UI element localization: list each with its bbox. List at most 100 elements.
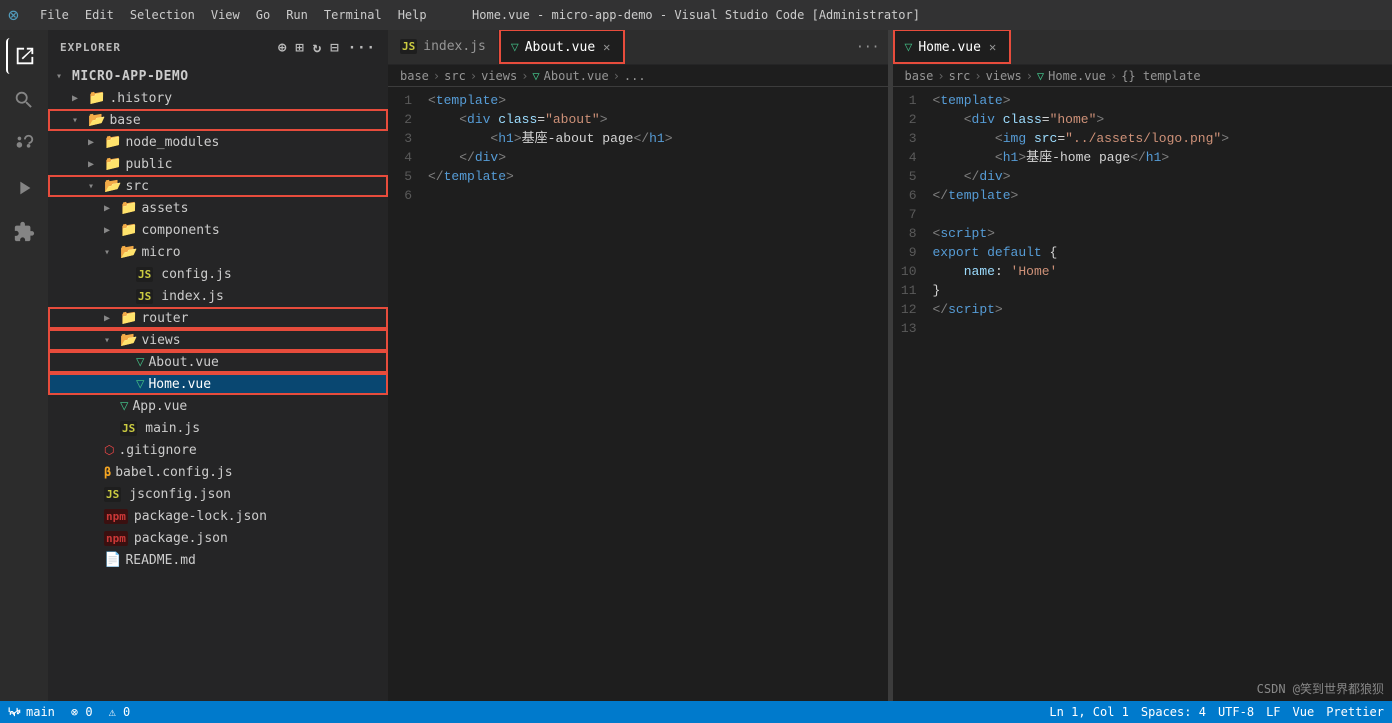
src-label: src (125, 179, 148, 194)
home-vue-label: Home.vue (148, 377, 211, 392)
menu-terminal[interactable]: Terminal (324, 8, 382, 22)
tree-item-jsconfig[interactable]: JS jsconfig.json (48, 483, 388, 505)
r-code-line-6: 6 </template> (893, 186, 1392, 205)
status-encoding[interactable]: UTF-8 (1218, 705, 1254, 719)
bc-src: src (444, 69, 466, 83)
tree-item-public[interactable]: ▶ 📁 public (48, 153, 388, 175)
more-icon[interactable]: ··· (348, 40, 376, 56)
node-modules-label: node_modules (125, 135, 219, 150)
sidebar-actions[interactable]: ⊕ ⊞ ↻ ⊟ ··· (278, 40, 376, 56)
r-line-num-8: 8 (893, 224, 933, 243)
micro-label: micro (141, 245, 180, 260)
status-bar: main ⊗ 0 ⚠ 0 Ln 1, Col 1 Spaces: 4 UTF-8… (0, 701, 1392, 723)
r-line-content-9: export default { (933, 243, 1392, 262)
tree-item-micro[interactable]: ▾ 📂 micro (48, 241, 388, 263)
activity-run[interactable] (6, 170, 42, 206)
r-line-content-12: </script> (933, 300, 1392, 319)
md-icon: 📄 (104, 552, 121, 568)
about-vue-close-btn[interactable]: ✕ (601, 38, 612, 56)
tree-item-package-json[interactable]: npm package.json (48, 527, 388, 549)
menu-run[interactable]: Run (286, 8, 308, 22)
tree-item-components[interactable]: ▶ 📁 components (48, 219, 388, 241)
tree-item-history[interactable]: ▶ 📁 .history (48, 87, 388, 109)
line-content-6 (428, 186, 888, 205)
line-num-3: 3 (388, 129, 428, 148)
activity-search[interactable] (6, 82, 42, 118)
collapse-icon[interactable]: ⊟ (330, 40, 339, 56)
left-code-editor[interactable]: 1 <template> 2 <div class="about"> 3 <h1… (388, 87, 888, 701)
activity-source-control[interactable] (6, 126, 42, 162)
sidebar-header: EXPLORER ⊕ ⊞ ↻ ⊟ ··· (48, 30, 388, 65)
status-ln-col[interactable]: Ln 1, Col 1 (1049, 705, 1128, 719)
right-code-editor[interactable]: 1 <template> 2 <div class="home"> 3 <img… (893, 87, 1392, 701)
tree-item-router[interactable]: ▶ 📁 router (48, 307, 388, 329)
new-file-icon[interactable]: ⊕ (278, 40, 287, 56)
r-line-content-13 (933, 319, 1392, 338)
rbc-views: views (986, 69, 1022, 83)
menu-view[interactable]: View (211, 8, 240, 22)
status-format[interactable]: Prettier (1326, 705, 1384, 719)
tree-item-gitignore[interactable]: ⬡ .gitignore (48, 439, 388, 461)
vue-about-icon: ▽ (136, 354, 144, 370)
tree-item-main-js[interactable]: JS main.js (48, 417, 388, 439)
r-line-content-4: <h1>基座-home page</h1> (933, 148, 1392, 167)
activity-explorer[interactable] (6, 38, 42, 74)
r-line-num-5: 5 (893, 167, 933, 186)
tree-item-about-vue[interactable]: ▽ About.vue (48, 351, 388, 373)
bc-vue-icon-about: ▽ (532, 69, 539, 83)
menu-help[interactable]: Help (398, 8, 427, 22)
menu-edit[interactable]: Edit (85, 8, 114, 22)
menu-file[interactable]: File (40, 8, 69, 22)
menu-bar[interactable]: File Edit Selection View Go Run Terminal… (40, 8, 427, 22)
tree-item-readme[interactable]: 📄 README.md (48, 549, 388, 571)
status-branch[interactable]: main (8, 705, 55, 719)
menu-go[interactable]: Go (256, 8, 270, 22)
folder-assets-icon: 📁 (120, 200, 137, 216)
line-num-4: 4 (388, 148, 428, 167)
tree-item-config-js[interactable]: JS config.js (48, 263, 388, 285)
jsconfig-label: jsconfig.json (129, 487, 231, 502)
tree-item-index-js[interactable]: JS index.js (48, 285, 388, 307)
tree-item-home-vue[interactable]: ▽ Home.vue (48, 373, 388, 395)
tree-item-assets[interactable]: ▶ 📁 assets (48, 197, 388, 219)
sidebar: EXPLORER ⊕ ⊞ ↻ ⊟ ··· ▾ MICRO-APP-DEMO ▶ … (48, 30, 388, 701)
right-editor-pane: ▽ Home.vue ✕ base › src › views › ▽ Home… (893, 30, 1392, 701)
git-icon: ⬡ (104, 443, 114, 457)
status-errors[interactable]: ⊗ 0 (71, 705, 93, 719)
new-folder-icon[interactable]: ⊞ (295, 40, 304, 56)
status-right: Ln 1, Col 1 Spaces: 4 UTF-8 LF Vue Prett… (1049, 705, 1384, 719)
readme-label: README.md (125, 553, 195, 568)
r-line-content-11: } (933, 281, 1392, 300)
tab-about-vue[interactable]: ▽ About.vue ✕ (499, 30, 626, 64)
status-warnings[interactable]: ⚠ 0 (109, 705, 131, 719)
status-spaces[interactable]: Spaces: 4 (1141, 705, 1206, 719)
r-line-num-11: 11 (893, 281, 933, 300)
line-content-1: <template> (428, 91, 888, 110)
status-eol[interactable]: LF (1266, 705, 1280, 719)
tree-item-babel[interactable]: β babel.config.js (48, 461, 388, 483)
tab-index-js[interactable]: JS index.js (388, 30, 499, 64)
rbc-template: {} template (1121, 69, 1200, 83)
tree-item-src[interactable]: ▾ 📂 src (48, 175, 388, 197)
code-line-6: 6 (388, 186, 888, 205)
left-tab-more[interactable]: ··· (848, 40, 887, 55)
tree-item-node-modules[interactable]: ▶ 📁 node_modules (48, 131, 388, 153)
status-language[interactable]: Vue (1293, 705, 1315, 719)
base-arrow: ▾ (72, 115, 88, 126)
tree-item-package-lock[interactable]: npm package-lock.json (48, 505, 388, 527)
activity-extensions[interactable] (6, 214, 42, 250)
history-label: .history (109, 91, 172, 106)
home-vue-close-btn[interactable]: ✕ (987, 38, 998, 56)
tab-home-vue[interactable]: ▽ Home.vue ✕ (893, 30, 1012, 64)
assets-label: assets (141, 201, 188, 216)
views-arrow: ▾ (104, 335, 120, 346)
project-root[interactable]: ▾ MICRO-APP-DEMO (48, 65, 388, 87)
npm-lock-icon: npm (104, 509, 128, 524)
refresh-icon[interactable]: ↻ (313, 40, 322, 56)
line-content-2: <div class="about"> (428, 110, 888, 129)
menu-selection[interactable]: Selection (130, 8, 195, 22)
js-main-icon: JS (120, 421, 137, 436)
tree-item-views[interactable]: ▾ 📂 views (48, 329, 388, 351)
tree-item-base[interactable]: ▾ 📂 base (48, 109, 388, 131)
tree-item-app-vue[interactable]: ▽ App.vue (48, 395, 388, 417)
